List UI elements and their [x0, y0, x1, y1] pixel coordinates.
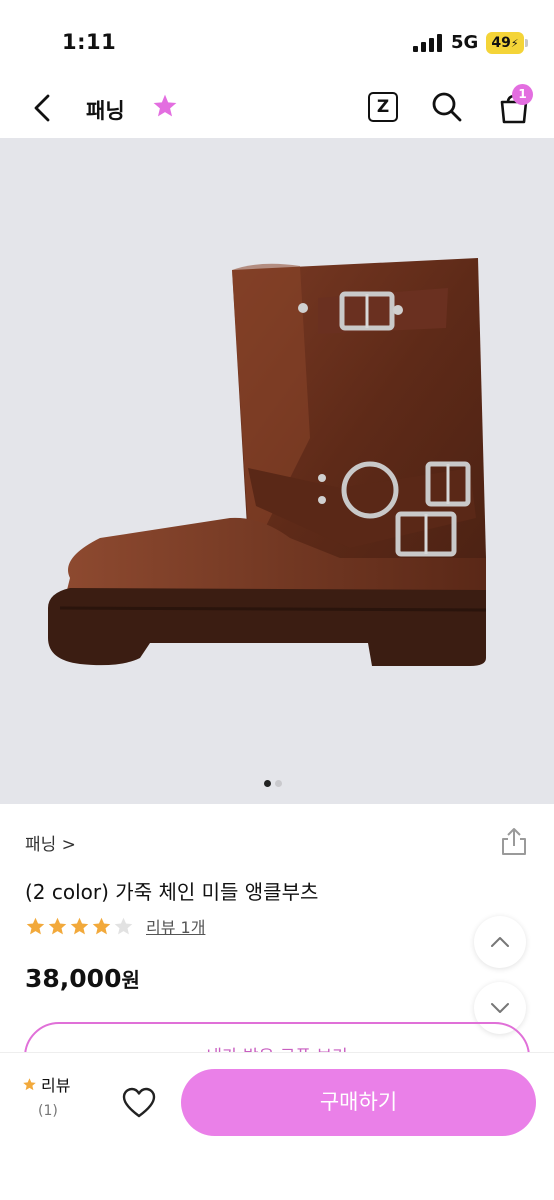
gallery-dot[interactable]: [275, 780, 282, 787]
heart-icon: [122, 1087, 156, 1118]
back-button[interactable]: [24, 90, 60, 126]
brand-name: 패닝 >: [25, 835, 76, 855]
product-price: 38,000원: [25, 964, 140, 993]
scroll-up-button[interactable]: [474, 916, 526, 968]
z-icon: Z: [368, 92, 398, 122]
signal-icon: [413, 34, 443, 52]
gallery-dot[interactable]: [264, 780, 271, 787]
cart-badge: 1: [512, 84, 533, 105]
star-icon: [70, 917, 89, 934]
star-icon[interactable]: [152, 93, 178, 119]
battery-icon: 49⚡: [486, 32, 524, 54]
wishlist-button[interactable]: [120, 1084, 158, 1122]
review-link[interactable]: 리뷰 1개: [146, 914, 205, 938]
battery-tip: [525, 39, 528, 47]
star-icon: [48, 917, 67, 934]
product-title: (2 color) 가죽 체인 미들 앵클부츠: [25, 880, 319, 904]
star-icon: [26, 917, 45, 934]
chevron-left-icon: [34, 94, 50, 122]
search-icon: [432, 92, 462, 122]
price-unit: 원: [121, 968, 140, 992]
star-icon: [23, 1077, 36, 1090]
chevron-down-icon: [491, 1003, 509, 1013]
star-empty-icon: [114, 917, 133, 934]
battery-level: 49: [491, 35, 511, 51]
z-button[interactable]: Z: [366, 90, 400, 124]
rating-stars: [25, 916, 134, 937]
buy-button[interactable]: 구매하기: [181, 1069, 536, 1136]
star-icon: [92, 917, 111, 934]
review-summary[interactable]: 리뷰 (1): [22, 1072, 92, 1119]
review-count: (1): [38, 1103, 58, 1119]
brand-link[interactable]: 패닝 >: [25, 830, 76, 855]
share-icon: [502, 828, 526, 855]
network-label: 5G: [451, 32, 479, 53]
shop-name[interactable]: 패닝: [86, 95, 125, 125]
status-bar: 1:11 5G 49⚡: [0, 0, 554, 80]
app-header: 패닝 Z: [0, 80, 554, 138]
gallery-dots: [264, 780, 282, 787]
search-button[interactable]: [430, 90, 464, 124]
status-time: 1:11: [62, 30, 117, 54]
chevron-up-icon: [491, 937, 509, 947]
product-image: [48, 258, 487, 666]
product-image-gallery[interactable]: [0, 138, 554, 804]
rating-row: 리뷰 1개: [25, 914, 205, 938]
share-button[interactable]: [498, 826, 530, 858]
review-label: 리뷰: [41, 1076, 71, 1095]
price-value: 38,000: [25, 964, 122, 993]
